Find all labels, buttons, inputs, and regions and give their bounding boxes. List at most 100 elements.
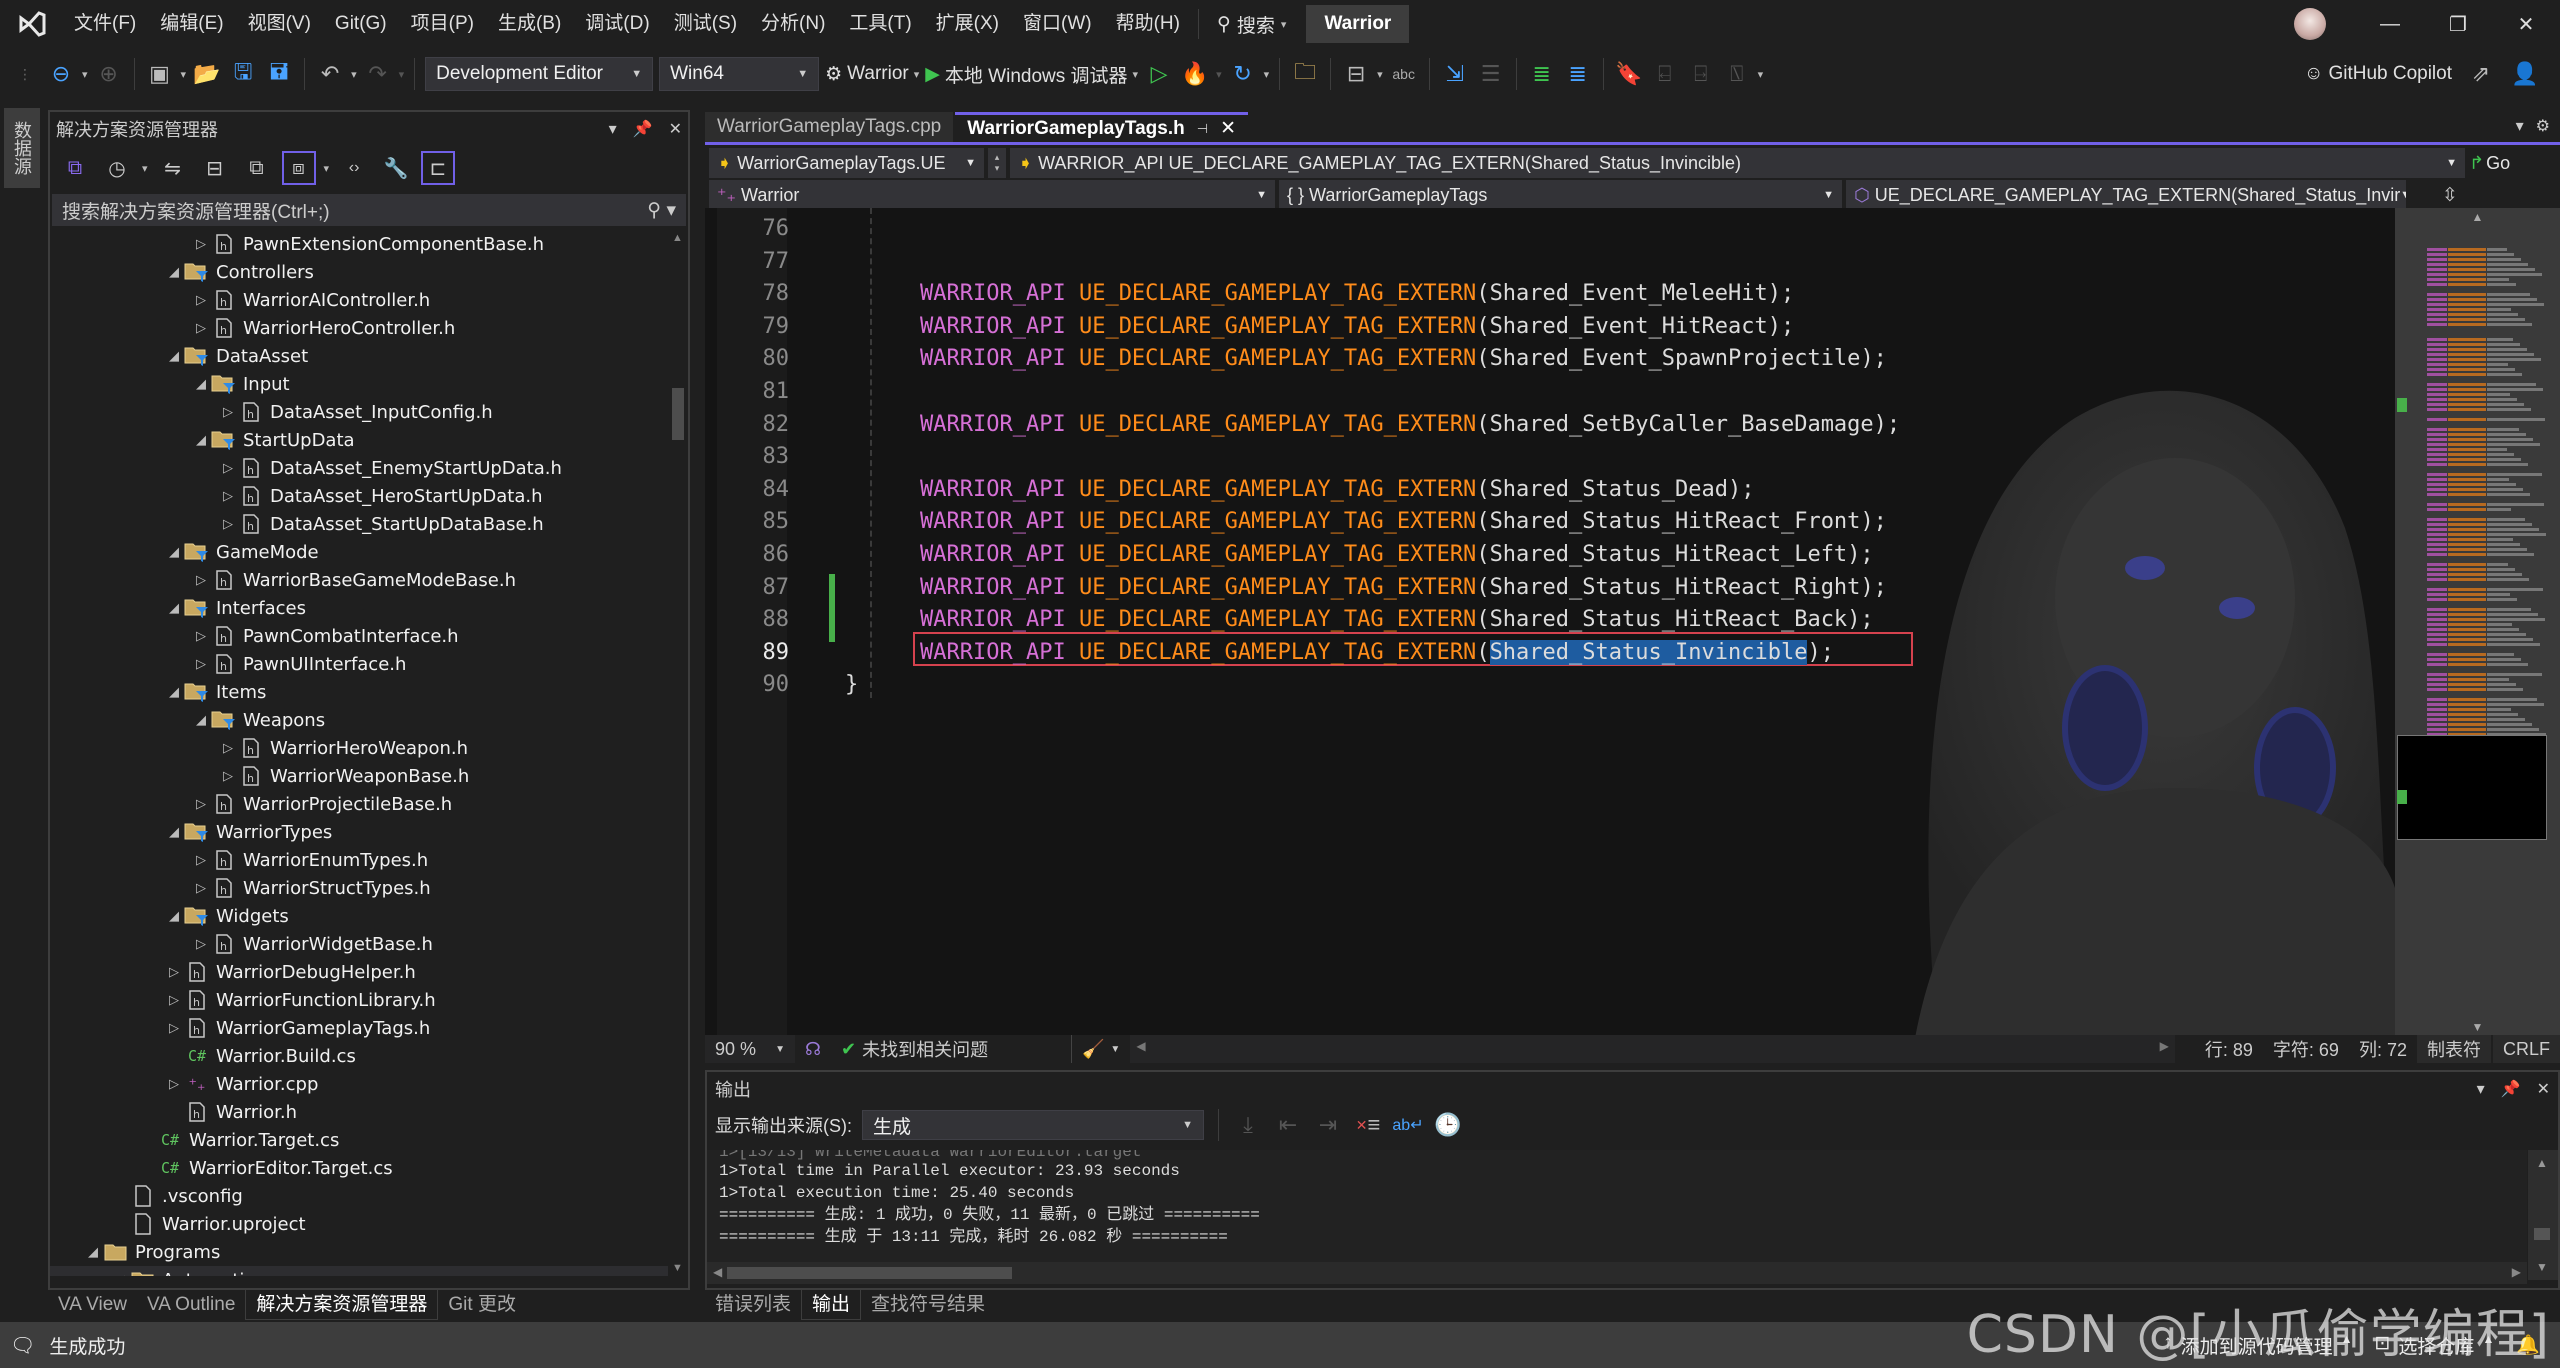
scroll-up-icon[interactable]: ▲ <box>672 232 683 244</box>
horizontal-scrollbar[interactable]: ◀ ▶ <box>1130 1035 2175 1063</box>
live-share-icon[interactable]: 👤 <box>2510 59 2540 89</box>
code-cleanup-button[interactable]: 🧹 ▼ <box>1071 1035 1130 1063</box>
share-icon[interactable]: ⇗ <box>2466 59 2496 89</box>
toolbar-overflow-icon[interactable]: ▾ <box>1758 68 1764 81</box>
pin-tab-icon[interactable]: ⊣ <box>1197 121 1208 137</box>
open-folder-icon[interactable]: 📂 <box>192 59 222 89</box>
minimap-viewport[interactable] <box>2397 735 2547 840</box>
undo-icon[interactable]: ↶ <box>315 59 345 89</box>
expanded-arrow-icon[interactable]: ◢ <box>83 1245 103 1260</box>
tab-output-bottom-2[interactable]: 查找符号结果 <box>861 1290 995 1320</box>
code-line[interactable]: WARRIOR_API UE_DECLARE_GAMEPLAY_TAG_EXTE… <box>920 639 1834 665</box>
pin-icon[interactable]: 📌 <box>633 119 653 139</box>
menu-item[interactable]: 生成(B) <box>486 0 573 48</box>
preview-selected-items-icon[interactable]: ⊏ <box>421 151 456 185</box>
scroll-left-icon[interactable]: ◀ <box>713 1265 722 1279</box>
expanded-arrow-icon[interactable]: ◢ <box>191 377 211 392</box>
collapsed-arrow-icon[interactable]: ▷ <box>191 629 211 644</box>
navigate-back-icon[interactable]: ⊖ <box>46 59 76 89</box>
tree-item[interactable]: C# WarriorEditor.Target.cs <box>50 1154 670 1182</box>
scroll-right-icon[interactable]: ▶ <box>2160 1039 2169 1053</box>
menu-item[interactable]: 窗口(W) <box>1011 0 1104 48</box>
new-project-icon[interactable]: ▣ <box>145 59 175 89</box>
tree-item[interactable]: ▷ h WarriorFunctionLibrary.h <box>50 986 670 1014</box>
tree-scrollbar[interactable]: ▲ ▼ <box>668 230 688 1276</box>
code-line[interactable]: WARRIOR_API UE_DECLARE_GAMEPLAY_TAG_EXTE… <box>920 575 1887 600</box>
collapsed-arrow-icon[interactable]: ▷ <box>218 517 238 532</box>
sync-with-active-document-icon[interactable]: ⇋ <box>156 151 190 185</box>
settings-gear-icon[interactable]: ⚙ <box>2536 116 2550 136</box>
scroll-up-icon[interactable]: ▲ <box>2536 1156 2548 1170</box>
code-line[interactable]: WARRIOR_API UE_DECLARE_GAMEPLAY_TAG_EXTE… <box>920 281 1794 306</box>
namespace-dropdown[interactable]: { } WarriorGameplayTags ▼ <box>1279 180 1842 210</box>
tree-item[interactable]: ◢ Items <box>50 678 670 706</box>
code-line[interactable]: WARRIOR_API UE_DECLARE_GAMEPLAY_TAG_EXTE… <box>920 509 1887 534</box>
tree-item[interactable]: ▷ h WarriorHeroController.h <box>50 314 670 342</box>
tree-item[interactable]: ◢ StartUpData <box>50 426 670 454</box>
github-copilot-button[interactable]: ☺ GitHub Copilot <box>2304 63 2452 85</box>
menu-item[interactable]: 文件(F) <box>62 0 148 48</box>
switch-views-icon[interactable]: ⧉ <box>58 151 92 185</box>
chevron-down-icon[interactable]: ▾ <box>324 162 330 175</box>
collapsed-arrow-icon[interactable]: ▷ <box>191 937 211 952</box>
intellicode-icon[interactable]: ☊ <box>795 1035 831 1063</box>
step-over-icon[interactable]: ☰ <box>1476 59 1506 89</box>
split-window-icon[interactable]: ⇳ <box>2410 184 2490 207</box>
tree-item[interactable]: ▷ h WarriorEnumTypes.h <box>50 846 670 874</box>
tree-item[interactable]: ▷ h WarriorBaseGameModeBase.h <box>50 566 670 594</box>
char-indicator[interactable]: 字符: 69 <box>2263 1035 2349 1063</box>
build-startup-icon[interactable]: ⊟ <box>1341 59 1371 89</box>
scroll-right-icon[interactable]: ▶ <box>2512 1265 2521 1279</box>
spell-check-icon[interactable]: abc <box>1389 59 1419 89</box>
step-into-icon[interactable]: ⇲ <box>1440 59 1470 89</box>
chevron-down-icon[interactable]: ▾ <box>1264 68 1270 81</box>
collapsed-arrow-icon[interactable]: ▷ <box>191 321 211 336</box>
redo-icon[interactable]: ↷ <box>363 59 393 89</box>
tree-item[interactable]: ◢ WarriorTypes <box>50 818 670 846</box>
code-text-area[interactable]: 76 77 78 79 80 81 82 83 84 85 86 87 88 89 90 WARRIOR_A… <box>705 208 2395 1036</box>
clear-all-icon[interactable]: ✕ ≡ <box>1353 1110 1383 1140</box>
expanded-arrow-icon[interactable]: ◢ <box>191 713 211 728</box>
code-line[interactable]: WARRIOR_API UE_DECLARE_GAMEPLAY_TAG_EXTE… <box>920 314 1794 339</box>
collapsed-arrow-icon[interactable]: ▷ <box>191 881 211 896</box>
chevron-down-icon[interactable]: ▾ <box>399 68 405 81</box>
code-line[interactable]: WARRIOR_API UE_DECLARE_GAMEPLAY_TAG_EXTE… <box>920 607 1874 632</box>
solution-platform-dropdown[interactable]: Win64 ▼ <box>659 57 820 91</box>
tab-solution-bottom-3[interactable]: Git 更改 <box>438 1290 526 1320</box>
output-horizontal-scrollbar[interactable]: ◀ ▶ <box>707 1262 2527 1284</box>
tree-item[interactable]: C# Warrior.Build.cs <box>50 1042 670 1070</box>
tree-scrollbar-thumb[interactable] <box>672 388 684 440</box>
tree-item[interactable]: ◢ Controllers <box>50 258 670 286</box>
tree-item[interactable]: ▷ h WarriorHeroWeapon.h <box>50 734 670 762</box>
tree-item[interactable]: ◢ GameMode <box>50 538 670 566</box>
menu-item[interactable]: 调试(D) <box>573 0 661 48</box>
expanded-arrow-icon[interactable]: ◢ <box>164 909 184 924</box>
close-icon[interactable]: ✕ <box>2537 1079 2550 1099</box>
next-message-icon[interactable]: ⇥ <box>1313 1110 1343 1140</box>
tree-item[interactable]: ▷ h WarriorProjectileBase.h <box>50 790 670 818</box>
tree-item[interactable]: ◢ Interfaces <box>50 594 670 622</box>
go-button[interactable]: ↱ Go <box>2469 153 2510 174</box>
collapsed-arrow-icon[interactable]: ▷ <box>191 573 211 588</box>
collapse-all-icon[interactable]: ⊟ <box>198 151 232 185</box>
scroll-down-icon[interactable]: ▼ <box>672 1262 683 1274</box>
restore-button[interactable]: ❐ <box>2424 12 2492 37</box>
collapsed-arrow-icon[interactable]: ▷ <box>164 993 184 1008</box>
start-without-debugging-icon[interactable]: ▷ <box>1144 59 1174 89</box>
tab-solution-bottom-2[interactable]: 解决方案资源管理器 <box>245 1290 439 1320</box>
close-button[interactable]: ✕ <box>2492 12 2560 37</box>
solution-name-badge[interactable]: Warrior <box>1306 5 1410 43</box>
output-hscroll-thumb[interactable] <box>727 1267 1012 1279</box>
collapsed-arrow-icon[interactable]: ▷ <box>218 741 238 756</box>
expanded-arrow-icon[interactable]: ◢ <box>164 265 184 280</box>
hot-reload-icon[interactable]: 🔥 <box>1180 59 1210 89</box>
view-code-icon[interactable]: ‹› <box>337 151 371 185</box>
line-indicator[interactable]: 行: 89 <box>2195 1035 2263 1063</box>
line-ending-indicator[interactable]: CRLF <box>2492 1035 2560 1063</box>
tree-item[interactable]: ▷ h DataAsset_InputConfig.h <box>50 398 670 426</box>
expanded-arrow-icon[interactable]: ◢ <box>164 825 184 840</box>
uncomment-lines-icon[interactable]: ≣ <box>1563 59 1593 89</box>
tree-item[interactable]: ▷ ⁺₊ Warrior.cpp <box>50 1070 670 1098</box>
notification-icon[interactable]: 🗨 <box>10 1333 35 1358</box>
tree-item[interactable]: ▷ h PawnUIInterface.h <box>50 650 670 678</box>
